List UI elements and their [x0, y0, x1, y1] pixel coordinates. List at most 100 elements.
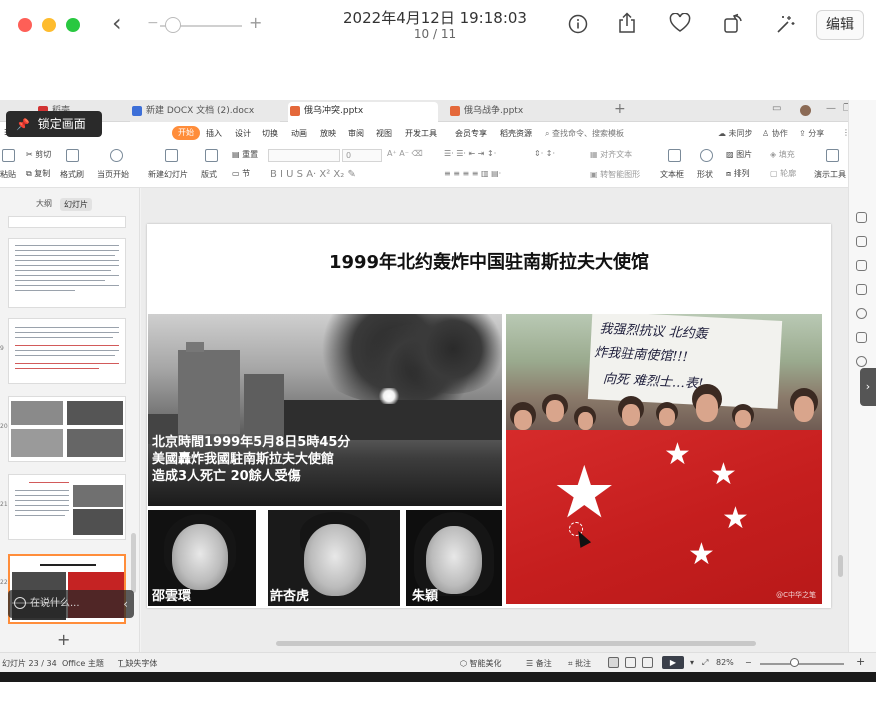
- command-search[interactable]: ⌕ 查找命令、搜索模板: [545, 128, 624, 139]
- zoom-out-icon[interactable]: −: [147, 15, 159, 31]
- info-icon[interactable]: [568, 14, 588, 37]
- menu-slideshow[interactable]: 放映: [320, 128, 336, 139]
- reading-view-icon[interactable]: [642, 657, 653, 668]
- pin-icon[interactable]: [856, 260, 867, 271]
- menu-developer[interactable]: 开发工具: [405, 128, 437, 139]
- property-icon[interactable]: [856, 212, 867, 223]
- menu-review[interactable]: 审阅: [348, 128, 364, 139]
- portrait-zhu-ying[interactable]: 朱穎: [406, 510, 502, 606]
- floating-input-overlay[interactable]: 在说什么... ‹: [8, 590, 134, 618]
- line-spacing-icons[interactable]: ⇕· ↕·: [534, 149, 555, 158]
- presentation-tools-icon[interactable]: [826, 149, 839, 162]
- help-icon[interactable]: [856, 308, 867, 319]
- portrait-xu-xinghu[interactable]: 許杏虎: [268, 510, 400, 606]
- picture-button[interactable]: ▨ 图片: [726, 149, 752, 160]
- zoom-level[interactable]: 82%: [716, 658, 734, 667]
- menu-insert[interactable]: 插入: [206, 128, 222, 139]
- fit-icon[interactable]: ⤢: [702, 658, 708, 668]
- comment-button[interactable]: ⌗ 批注: [568, 658, 591, 669]
- play-from-current-icon[interactable]: [110, 149, 123, 162]
- grid-view-icon[interactable]: [625, 657, 636, 668]
- font-size-select[interactable]: 0: [342, 149, 382, 162]
- slide-thumbnail-20[interactable]: [8, 318, 126, 384]
- textbox-icon[interactable]: [668, 149, 681, 162]
- settings-sliders-icon[interactable]: [856, 236, 867, 247]
- font-style-icons[interactable]: B I U S A· X² X₂ ✎: [270, 169, 356, 180]
- slide-thumbnail-22[interactable]: [8, 474, 126, 540]
- zoom-out-icon[interactable]: −: [745, 658, 752, 667]
- new-slide-icon[interactable]: [165, 149, 178, 162]
- sync-status[interactable]: ☁ 未同步: [718, 128, 753, 139]
- current-slide[interactable]: 1999年北约轰炸中国驻南斯拉夫大使馆 北京時間1999年5月8日5時45分 美…: [147, 224, 831, 608]
- share-button[interactable]: ⇪ 分享: [799, 128, 824, 139]
- zoom-slider-knob[interactable]: [165, 17, 181, 33]
- tab-docx[interactable]: 新建 DOCX 文档 (2).docx: [130, 102, 280, 122]
- shape-icon[interactable]: [700, 149, 713, 162]
- fill-button[interactable]: ◈ 填充: [770, 149, 795, 160]
- heart-icon[interactable]: [669, 12, 691, 36]
- portrait-shao-yunhuan[interactable]: 邵雲環: [148, 510, 256, 606]
- smartart-button[interactable]: ▣ 转智能图形: [590, 169, 640, 180]
- gallery-icon[interactable]: [856, 332, 867, 343]
- new-tab-icon[interactable]: +: [614, 101, 626, 117]
- close-window-button[interactable]: [18, 18, 32, 32]
- menu-start-tab[interactable]: 开始: [172, 126, 200, 140]
- slide-thumbnail-19[interactable]: [8, 238, 126, 308]
- zoom-in-icon[interactable]: +: [249, 13, 262, 32]
- format-painter-icon[interactable]: [66, 149, 79, 162]
- menu-view[interactable]: 视图: [376, 128, 392, 139]
- menu-design[interactable]: 设计: [235, 128, 251, 139]
- copy-button[interactable]: ⧉ 复制: [26, 168, 50, 179]
- chevron-left-icon[interactable]: ‹: [123, 590, 128, 618]
- arrange-button[interactable]: ⧈ 排列: [726, 168, 750, 179]
- slide-thumbnail-21[interactable]: [8, 396, 126, 462]
- sidebar-expand-handle[interactable]: ›: [860, 368, 876, 406]
- font-grow-shrink-icons[interactable]: A⁺ A⁻ ⌫: [387, 149, 423, 158]
- menu-animation[interactable]: 动画: [291, 128, 307, 139]
- section-button[interactable]: ▭ 节: [232, 168, 250, 179]
- notes-button[interactable]: ☰ 备注: [526, 658, 552, 669]
- tab-outline[interactable]: 大纲: [36, 198, 52, 209]
- minimize-window-button[interactable]: [42, 18, 56, 32]
- slide-thumbnail-8[interactable]: [8, 216, 126, 228]
- normal-view-icon[interactable]: [608, 657, 619, 668]
- paragraph-icons[interactable]: ☰· ☰· ⇤ ⇥ ↕·: [444, 149, 496, 158]
- magic-wand-icon[interactable]: [775, 13, 797, 38]
- layout-icon[interactable]: [205, 149, 218, 162]
- protest-flag-photo[interactable]: 我强烈抗议 北约轰 炸我驻南使馆!!! 向死 难烈士…表! ★ ★ ★ ★ ★ …: [506, 314, 822, 604]
- font-name-select[interactable]: [268, 149, 340, 162]
- menu-transition[interactable]: 切换: [262, 128, 278, 139]
- slide-title[interactable]: 1999年北约轰炸中国驻南斯拉夫大使馆: [147, 248, 831, 274]
- menu-member[interactable]: 会员专享: [455, 128, 487, 139]
- align-icons[interactable]: ≡ ≡ ≡ ≡ ▥ ▤·: [444, 169, 501, 178]
- outline-button[interactable]: ▢ 轮廓: [770, 168, 796, 179]
- play-slideshow-button[interactable]: ▶: [662, 656, 684, 669]
- share-icon[interactable]: [617, 12, 637, 37]
- canvas-vertical-scrollbar[interactable]: [838, 555, 843, 577]
- bombing-photo[interactable]: 北京時間1999年5月8日5時45分 美國轟炸我國駐南斯拉夫大使館 造成3人死亡…: [148, 314, 502, 506]
- zoom-slider-thumb[interactable]: [790, 658, 799, 667]
- align-text-button[interactable]: ▦ 对齐文本: [590, 149, 632, 160]
- zoom-in-icon[interactable]: +: [856, 655, 865, 668]
- backup-icon[interactable]: [856, 284, 867, 295]
- missing-font-button[interactable]: T͟ 缺失字体: [118, 658, 157, 669]
- panel-scrollbar[interactable]: [131, 533, 136, 593]
- paste-icon[interactable]: [2, 149, 15, 162]
- dropdown-icon[interactable]: ▾: [690, 658, 694, 667]
- smart-beautify-button[interactable]: ⬡ 智能美化: [460, 658, 502, 669]
- layout-icon[interactable]: ▭: [772, 103, 781, 114]
- back-chevron-icon[interactable]: ‹: [112, 11, 122, 35]
- location-icon[interactable]: [856, 356, 867, 367]
- add-slide-icon[interactable]: +: [57, 630, 70, 649]
- tab-pptx-2[interactable]: 俄乌战争.pptx: [448, 102, 598, 122]
- cut-button[interactable]: ✂ 剪切: [26, 149, 51, 160]
- rotate-icon[interactable]: [722, 12, 744, 37]
- collab-button[interactable]: ♙ 协作: [762, 128, 788, 139]
- lock-screen-badge[interactable]: 📌 锁定画面: [6, 111, 102, 137]
- zoom-slider[interactable]: [760, 663, 844, 665]
- menu-docer[interactable]: 稻壳资源: [500, 128, 532, 139]
- tab-slides[interactable]: 幻灯片: [60, 198, 92, 211]
- canvas-horizontal-scrollbar[interactable]: [276, 641, 756, 646]
- tab-pptx-active[interactable]: 俄乌冲突.pptx: [288, 102, 438, 122]
- fullscreen-window-button[interactable]: [66, 18, 80, 32]
